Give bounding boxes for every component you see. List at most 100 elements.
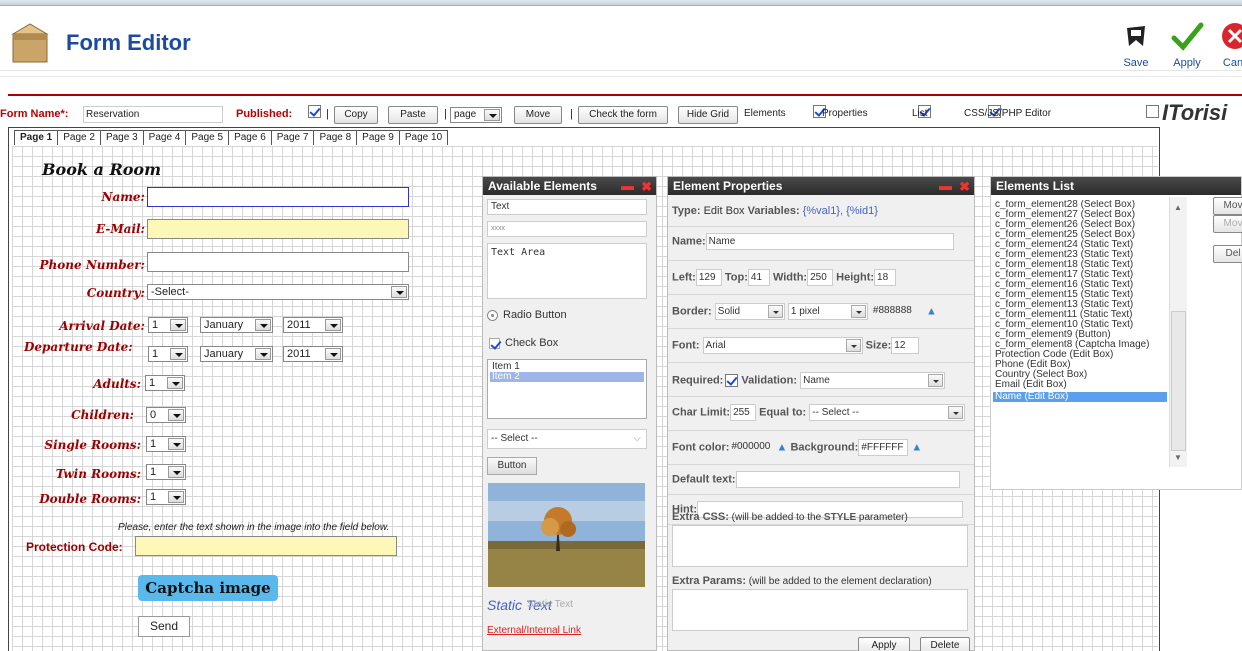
minimize-icon[interactable]: ▬ <box>621 177 634 195</box>
equal-to-select[interactable]: -- Select -- <box>809 404 966 421</box>
published-checkbox[interactable] <box>308 105 321 118</box>
apply-button[interactable]: Apply <box>1168 20 1206 69</box>
chevron-down-icon <box>391 286 407 298</box>
email-field[interactable] <box>147 219 409 239</box>
save-button[interactable]: Save <box>1118 20 1154 69</box>
tab-page-8[interactable]: Page 8 <box>313 130 358 145</box>
adults-label: Adults: <box>93 377 141 391</box>
delete-list-button[interactable]: Del <box>1213 245 1242 263</box>
color-picker-icon[interactable]: ▲ <box>911 441 922 453</box>
departure-day-select[interactable]: 1 <box>148 346 188 362</box>
close-icon[interactable]: ✖ <box>641 178 652 196</box>
send-button[interactable]: Send <box>138 616 190 637</box>
twin-rooms-select[interactable]: 1 <box>146 464 186 480</box>
list-item-selected[interactable]: Name (Edit Box) <box>993 392 1167 402</box>
check-form-button[interactable]: Check the form <box>578 106 668 124</box>
char-limit-input[interactable]: 255 <box>730 404 757 421</box>
select-element[interactable]: -- Select -- ⌵ <box>487 429 647 449</box>
tab-page-6[interactable]: Page 6 <box>228 130 272 145</box>
link-element[interactable]: External/Internal Link <box>487 625 581 636</box>
move-up-button[interactable]: Mov <box>1213 197 1242 215</box>
tab-page-3[interactable]: Page 3 <box>99 130 144 145</box>
delete-element-button[interactable]: Delete <box>920 637 970 651</box>
border-style-select[interactable]: Solid <box>714 303 785 320</box>
checkbox-element[interactable]: Check Box <box>487 337 558 349</box>
color-picker-icon[interactable]: ▲ <box>926 305 937 317</box>
element-properties-title: Element Properties <box>673 179 783 193</box>
hide-grid-button[interactable]: Hide Grid <box>678 106 738 124</box>
background-input[interactable]: #FFFFFF <box>858 439 909 456</box>
name-prop-input[interactable]: Name <box>705 233 954 250</box>
radio-button-element[interactable]: Radio Button <box>487 309 567 321</box>
name-label: Name: <box>101 190 145 204</box>
font-value: Arial <box>705 340 726 351</box>
itoris-logo: ITorisi <box>1162 100 1228 125</box>
tab-page-1[interactable]: Page 1 <box>14 130 59 145</box>
arrival-year-select[interactable]: 2011 <box>283 317 343 333</box>
form-name-input[interactable]: Reservation <box>83 106 223 123</box>
arrival-day-select[interactable]: 1 <box>148 317 188 333</box>
tab-page-5[interactable]: Page 5 <box>185 130 230 145</box>
departure-year-value: 2011 <box>287 348 311 360</box>
chevron-down-icon <box>948 406 964 419</box>
tab-page-7[interactable]: Page 7 <box>270 130 315 145</box>
border-color-input[interactable]: #888888 <box>871 303 923 320</box>
list-box-element[interactable]: Item 1 Item 2 <box>487 359 647 419</box>
tab-page-4[interactable]: Page 4 <box>142 130 187 145</box>
password-element[interactable]: xxxx <box>487 221 647 237</box>
departure-month-select[interactable]: January <box>200 346 273 362</box>
move-button[interactable]: Move <box>514 106 562 124</box>
page-select[interactable]: page <box>450 107 502 123</box>
double-rooms-select[interactable]: 1 <box>146 489 186 505</box>
close-icon[interactable]: ✖ <box>959 178 970 196</box>
move-down-button[interactable]: Mov <box>1213 215 1242 233</box>
tab-page-9[interactable]: Page 9 <box>356 130 400 145</box>
scroll-up-icon[interactable]: ▲ <box>1174 203 1182 212</box>
font-color-input[interactable]: #000000 <box>729 439 773 456</box>
tab-page-10[interactable]: Page 10 <box>398 130 449 145</box>
left-input[interactable]: 129 <box>695 269 722 286</box>
minimize-icon[interactable]: ▬ <box>939 177 952 195</box>
list-scrollbar[interactable]: ▲ ▼ <box>1169 197 1187 467</box>
adults-select[interactable]: 1 <box>145 375 185 391</box>
list-item[interactable]: Email (Edit Box) <box>993 380 1167 390</box>
arrival-month-select[interactable]: January <box>200 317 273 333</box>
width-input[interactable]: 250 <box>807 269 834 286</box>
height-input[interactable]: 18 <box>874 269 897 286</box>
static-text-element[interactable]: Static Text Static Text <box>487 597 573 613</box>
copy-button[interactable]: Copy <box>334 106 378 124</box>
css-editor-checkbox[interactable] <box>1146 105 1160 118</box>
phone-field[interactable] <box>147 252 409 272</box>
scrollbar-thumb[interactable] <box>1171 311 1186 451</box>
validation-select[interactable]: Name <box>800 372 946 389</box>
color-picker-icon[interactable]: ▲ <box>777 441 788 453</box>
departure-year-select[interactable]: 2011 <box>283 346 343 362</box>
captcha-image: Captcha image <box>138 575 278 601</box>
protection-code-field[interactable] <box>135 536 397 556</box>
single-rooms-select[interactable]: 1 <box>146 436 186 452</box>
required-checkbox[interactable] <box>725 374 739 387</box>
text-element[interactable]: Text <box>487 199 647 215</box>
name-field[interactable] <box>147 187 409 207</box>
single-rooms-value: 1 <box>150 438 157 450</box>
extra-params-textarea[interactable] <box>672 589 968 631</box>
tab-page-2[interactable]: Page 2 <box>57 130 101 145</box>
elements-toggle-label: Elements <box>744 108 786 119</box>
elements-list[interactable]: c_form_element28 (Select Box) c_form_ele… <box>993 200 1167 470</box>
scroll-down-icon[interactable]: ▼ <box>1174 453 1182 462</box>
paste-button[interactable]: Paste <box>388 106 438 124</box>
country-select[interactable]: -Select- <box>147 284 409 300</box>
border-width-select[interactable]: 1 pixel <box>787 303 868 320</box>
button-element[interactable]: Button <box>487 457 537 475</box>
extra-css-textarea[interactable] <box>672 525 968 567</box>
apply-properties-button[interactable]: Apply <box>858 637 910 651</box>
font-select[interactable]: Arial <box>702 337 863 354</box>
default-text-input[interactable] <box>735 471 960 488</box>
top-input[interactable]: 41 <box>747 269 770 286</box>
size-input[interactable]: 12 <box>891 337 920 354</box>
background-label: Background: <box>790 441 859 454</box>
image-element[interactable] <box>488 483 645 587</box>
cancel-button[interactable]: Can <box>1218 20 1242 69</box>
children-select[interactable]: 0 <box>146 407 186 423</box>
textarea-element[interactable]: Text Area <box>487 243 647 299</box>
